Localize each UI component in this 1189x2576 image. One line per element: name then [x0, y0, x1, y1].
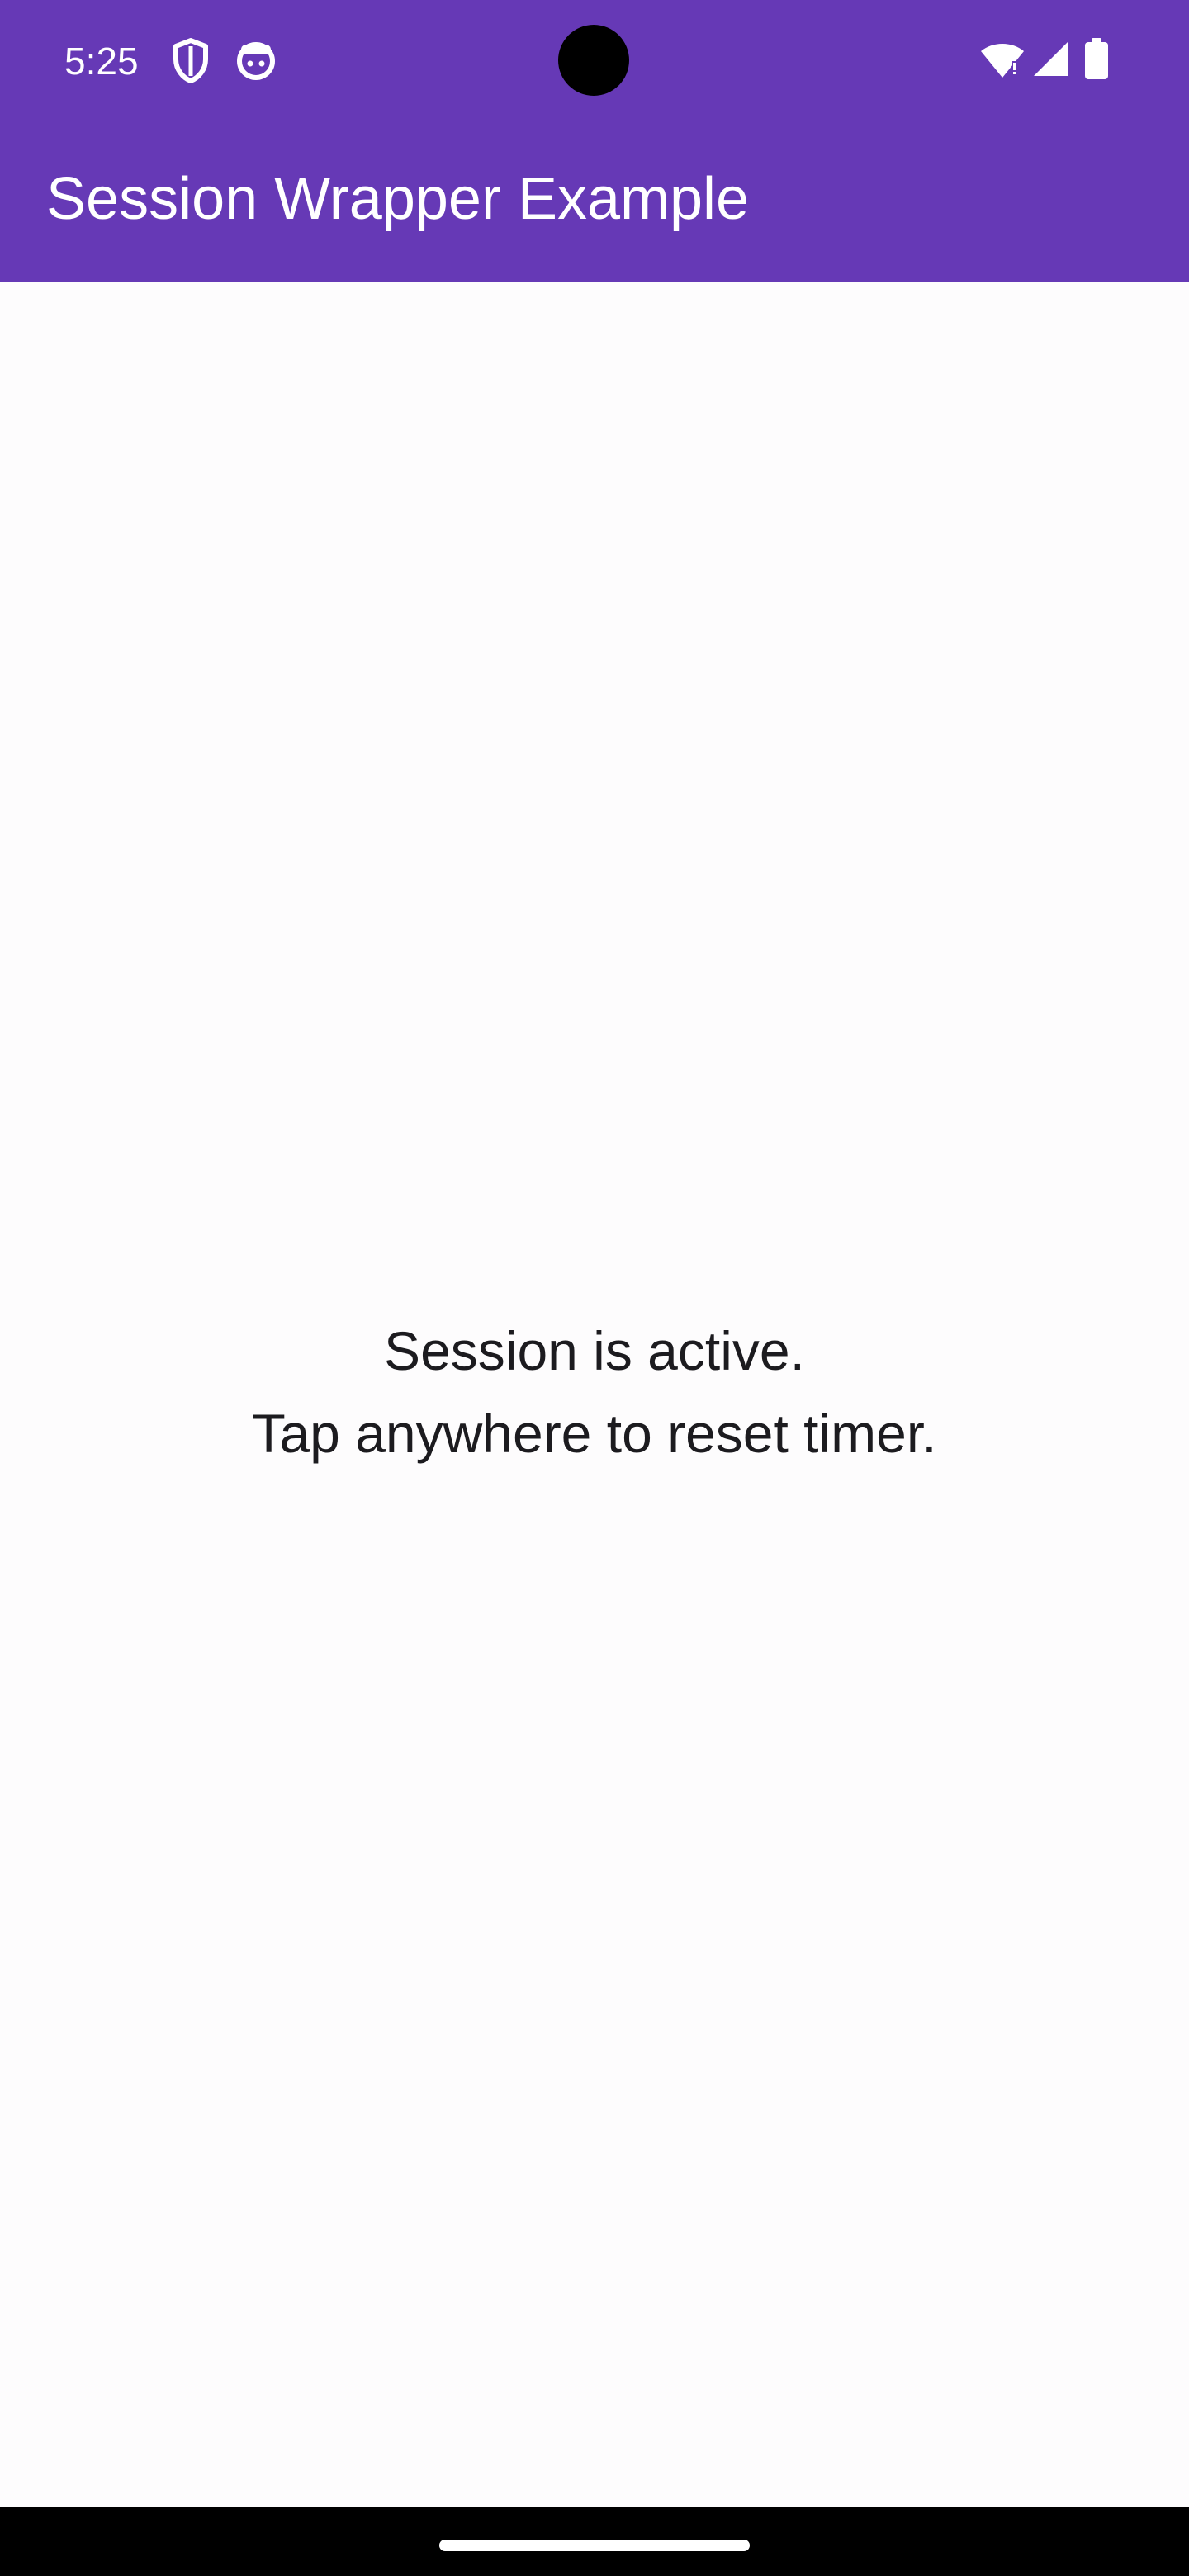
- signal-icon: [1032, 40, 1070, 82]
- reset-hint-text: Tap anywhere to reset timer.: [252, 1403, 937, 1464]
- wifi-icon: [979, 41, 1026, 83]
- home-gesture-handle[interactable]: [439, 2540, 750, 2551]
- navigation-bar: [0, 2507, 1189, 2576]
- shield-icon: [172, 38, 210, 88]
- battery-icon: [1085, 38, 1108, 83]
- android-face-icon: [234, 38, 277, 85]
- app-screen[interactable]: 5:25 Session Wrapper Example Session is …: [0, 0, 1189, 2576]
- session-status-text: Session is active.: [384, 1320, 805, 1381]
- top-app-bar: 5:25 Session Wrapper Example: [0, 0, 1189, 282]
- app-title: Session Wrapper Example: [46, 166, 750, 232]
- status-bar: 5:25: [0, 0, 1189, 124]
- status-time: 5:25: [64, 40, 139, 83]
- main-content[interactable]: Session is active. Tap anywhere to reset…: [0, 282, 1189, 2507]
- camera-cutout: [558, 25, 629, 96]
